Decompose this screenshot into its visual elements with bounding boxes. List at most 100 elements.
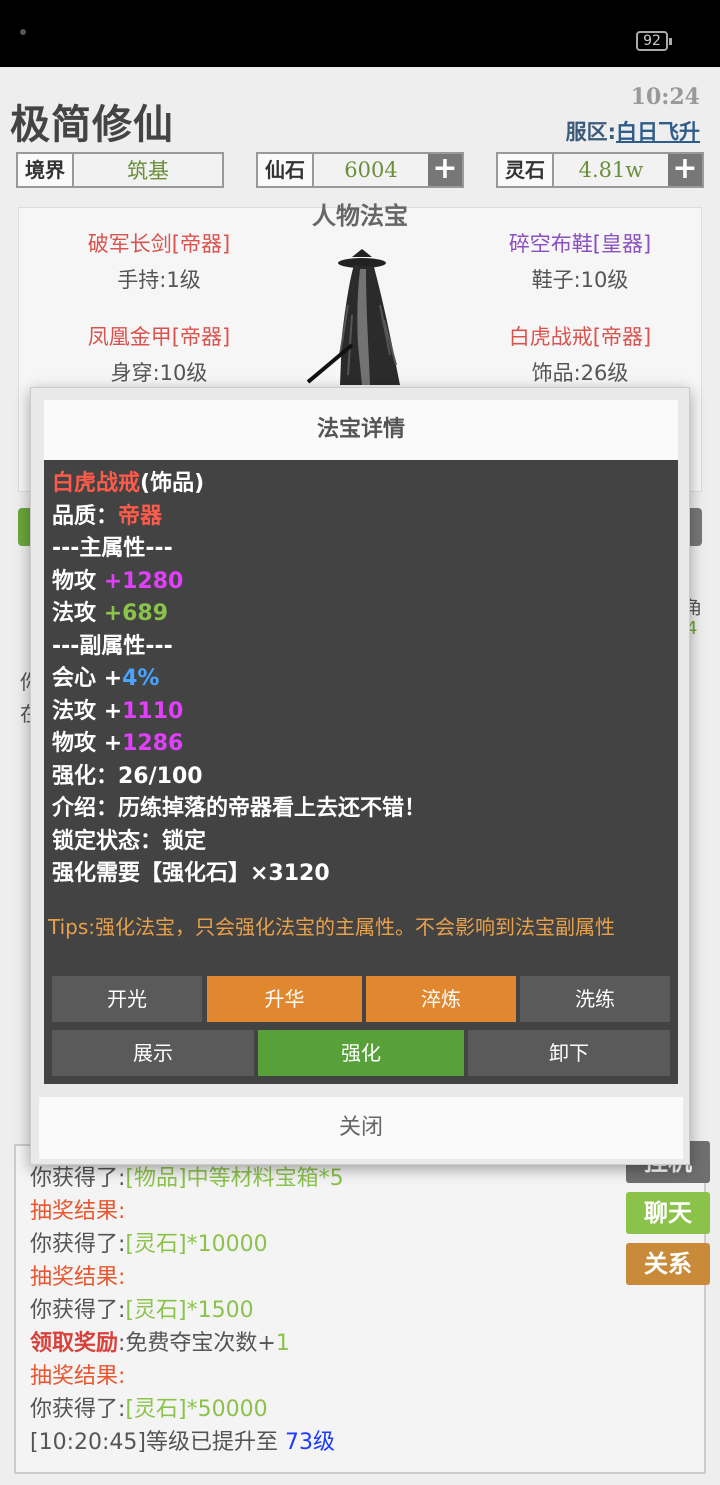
item-type: (饰品) (140, 471, 205, 496)
quality-label: 品质： (52, 503, 119, 529)
equip-slot-level: 手持:1级 (117, 268, 201, 292)
main-attr-line: 物攻 +1280 (52, 566, 426, 599)
equipment-panel-title: 人物法宝 (312, 202, 408, 230)
detail-panel: 白虎战戒(饰品) 品质：帝器 ---主属性--- 物攻 +1280 法攻 +68… (44, 460, 678, 1084)
log-segment: 你获得了: (30, 1232, 126, 1257)
xianshi-value: 6004 (344, 158, 398, 182)
kaiguang-button[interactable]: 开光 (52, 976, 202, 1022)
add-lingshi-button[interactable]: + (668, 154, 702, 186)
unequip-button[interactable]: 卸下 (468, 1030, 670, 1076)
equip-slot-shoes[interactable]: 碎空布鞋[皇器] 鞋子:10级 (470, 228, 690, 294)
attr-value: 4% (122, 666, 160, 691)
log-lines: 你获得了:[物品]中等材料宝箱*5 抽奖结果: 你获得了:[灵石]*10000 抽奖结… (30, 1162, 344, 1459)
sub-attr-line: 物攻 +1286 (52, 728, 426, 761)
attr-name: 物攻 (52, 568, 97, 594)
lingshi-value: 4.81w (578, 158, 644, 182)
battery-icon: 92 (636, 31, 672, 51)
log-line: 你获得了:[灵石]*1500 (30, 1294, 344, 1327)
shenghua-button[interactable]: 升华 (207, 976, 362, 1022)
sub-attr-line: 会心 +4% (52, 663, 426, 696)
server-name-link[interactable]: 白日飞升 (616, 120, 700, 144)
attr-value: +1280 (103, 568, 184, 594)
xianshi-box: 仙石 6004 + (256, 152, 464, 188)
chat-button[interactable]: 聊天 (626, 1192, 710, 1234)
xilian-button[interactable]: 洗练 (520, 976, 670, 1022)
tips-text: Tips:强化法宝，只会强化法宝的主属性。不会影响到法宝副属性 (48, 915, 616, 939)
message-log[interactable]: 你获得了:[物品]中等材料宝箱*5 抽奖结果: 你获得了:[灵石]*10000 抽奖结… (14, 1144, 706, 1474)
app-title: 极简修仙 (10, 102, 174, 148)
attr-name: 法攻 (52, 601, 97, 626)
enhance-button[interactable]: 强化 (258, 1030, 464, 1076)
attr-value: +689 (103, 601, 169, 626)
realm-value: 筑基 (127, 159, 169, 183)
main-attr-header: ---主属性--- (52, 536, 173, 561)
equip-name: 碎空布鞋[皇器] (508, 232, 652, 256)
close-button[interactable]: 关闭 (39, 1097, 683, 1159)
attr-value: 1110 (122, 698, 184, 724)
main-attr-line: 法攻 +689 (52, 598, 426, 631)
lingshi-label: 灵石 (498, 154, 554, 186)
cuilian-button[interactable]: 淬炼 (366, 976, 516, 1022)
equip-slot-armor[interactable]: 凤凰金甲[帝器] 身穿:10级 (49, 321, 269, 387)
character-figure-image (306, 249, 400, 385)
log-segment: [10:20:45]等级已提升至 (30, 1430, 285, 1455)
enhance-requirement: 强化需要【强化石】×3120 (52, 861, 330, 886)
enhance-level: 强化：26/100 (52, 763, 203, 789)
log-segment: 73级 (284, 1430, 335, 1455)
attr-name: 法攻 (52, 698, 97, 724)
server-info: 服区:白日飞升 (566, 116, 700, 146)
equip-slot-level: 身穿:10级 (110, 361, 208, 385)
equip-slot-level: 鞋子:10级 (531, 268, 629, 292)
sub-attr-line: 法攻 +1110 (52, 696, 426, 729)
dialog-title: 法宝详情 (44, 400, 678, 460)
log-segment: 你获得了: (30, 1298, 126, 1323)
realm-label: 境界 (18, 154, 74, 186)
log-line: 领取奖励:免费夺宝次数+1 (30, 1327, 344, 1360)
log-line: 你获得了:[物品]中等材料宝箱*5 (30, 1162, 344, 1195)
lingshi-box: 灵石 4.81w + (496, 152, 704, 188)
log-segment: [灵石]*10000 (125, 1232, 268, 1257)
log-line: [10:20:45]等级已提升至 73级 (30, 1426, 344, 1459)
equip-slot-level: 饰品:26级 (531, 361, 629, 385)
relations-button[interactable]: 关系 (626, 1243, 710, 1285)
xianshi-label: 仙石 (258, 154, 314, 186)
log-segment: 抽奖结果: (30, 1364, 126, 1389)
equip-slot-accessory[interactable]: 白虎战戒[帝器] 饰品:26级 (470, 321, 690, 387)
equip-name: 白虎战戒[帝器] (508, 325, 652, 349)
log-line: 抽奖结果: (30, 1195, 344, 1228)
item-name-line: 白虎战戒(饰品) (52, 468, 426, 501)
equip-name: 破军长剑[帝器] (87, 232, 231, 256)
add-xianshi-button[interactable]: + (428, 154, 462, 186)
status-bar: 92 (0, 0, 720, 67)
quality-value: 帝器 (118, 503, 163, 529)
log-line: 抽奖结果: (30, 1261, 344, 1294)
item-name: 白虎战戒 (52, 471, 141, 496)
log-segment: 抽奖结果: (30, 1265, 126, 1290)
log-segment: [灵石]*50000 (125, 1397, 268, 1422)
realm-box: 境界 筑基 (16, 152, 224, 188)
quality-line: 品质：帝器 (52, 501, 426, 534)
log-line: 抽奖结果: (30, 1360, 344, 1393)
item-intro: 介绍：历练掉落的帝器看上去还不错！ (52, 796, 427, 821)
treasure-detail-dialog: 法宝详情 白虎战戒(饰品) 品质：帝器 ---主属性--- 物攻 +1280 法… (30, 387, 690, 1165)
attr-name: 会心 (52, 666, 97, 691)
show-button[interactable]: 展示 (52, 1030, 254, 1076)
log-segment: 抽奖结果: (30, 1199, 126, 1224)
log-segment: 领取奖励 (30, 1331, 119, 1356)
game-time: 10:24 (630, 84, 700, 110)
equip-name: 凤凰金甲[帝器] (87, 325, 231, 349)
log-segment: 1 (275, 1331, 290, 1356)
attr-sign: + (103, 666, 123, 691)
attr-sign: + (103, 698, 123, 724)
log-line: 你获得了:[灵石]*50000 (30, 1393, 344, 1426)
server-label: 服区: (565, 120, 616, 144)
sub-attr-header: ---副属性--- (52, 633, 173, 659)
notification-dot (20, 29, 26, 35)
lock-status: 锁定状态：锁定 (52, 828, 207, 854)
log-segment: :免费夺宝次数+ (118, 1331, 276, 1356)
equip-slot-weapon[interactable]: 破军长剑[帝器] 手持:1级 (49, 228, 269, 294)
attr-sign: + (103, 731, 123, 756)
log-segment: 你获得了: (30, 1166, 126, 1191)
log-line: 你获得了:[灵石]*10000 (30, 1228, 344, 1261)
log-segment: [物品]中等材料宝箱*5 (125, 1166, 344, 1191)
